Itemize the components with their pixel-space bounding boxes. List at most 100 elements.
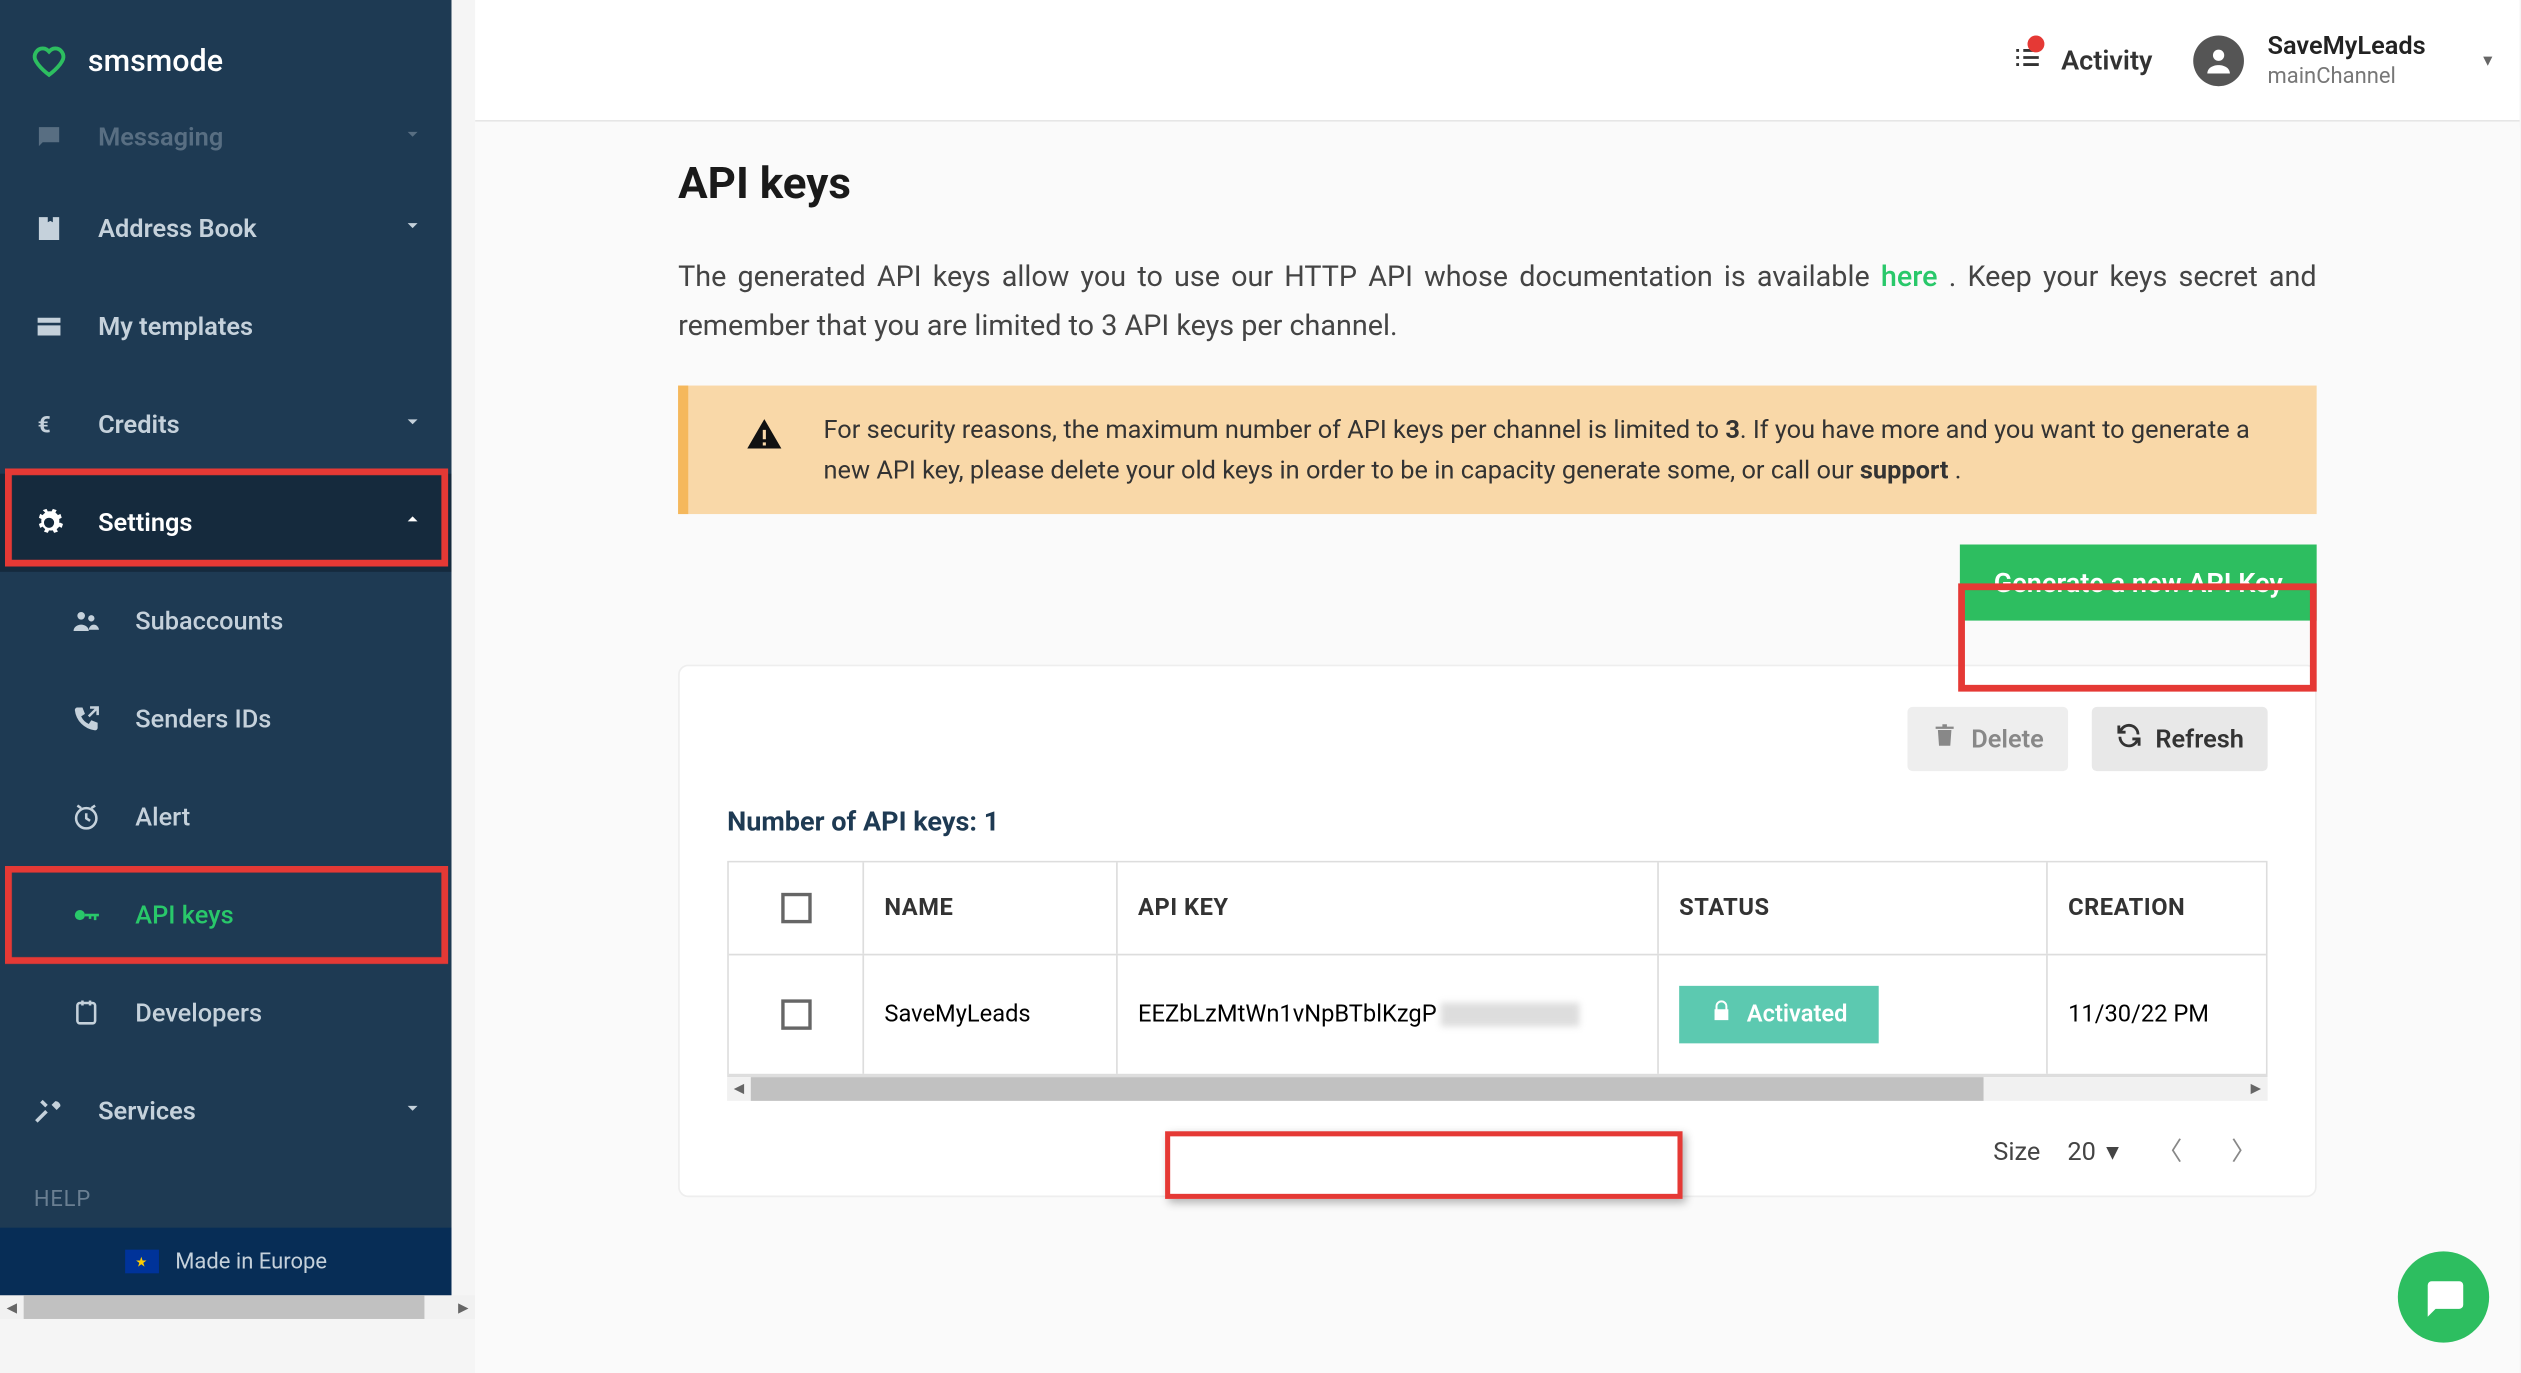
chevron-down-icon <box>401 213 425 243</box>
scroll-right-arrow-icon[interactable]: ▶ <box>451 1295 475 1319</box>
activity-label: Activity <box>2061 44 2152 76</box>
sidebar-label-services: Services <box>98 1096 196 1126</box>
sidebar-label-credits: Credits <box>98 409 180 439</box>
column-name[interactable]: NAME <box>864 862 1118 953</box>
svg-text:€: € <box>38 411 51 438</box>
warning-text-span: . <box>1948 455 1961 485</box>
chat-icon <box>34 122 64 152</box>
scroll-left-arrow-icon[interactable]: ◀ <box>0 1295 24 1319</box>
row-api-key[interactable]: EEZbLzMtWn1vNpBTblKzgP <box>1118 955 1659 1073</box>
api-key-count: Number of API keys: 1 <box>680 805 2315 837</box>
content: API keys The generated API keys allow yo… <box>475 122 2519 1373</box>
select-all-checkbox[interactable] <box>780 892 810 922</box>
api-keys-table: NAME API KEY STATUS CREATION SaveMyLeads… <box>727 860 2268 1076</box>
people-icon <box>71 605 101 635</box>
phone-out-icon <box>71 703 101 733</box>
sidebar-item-messaging[interactable]: Messaging <box>0 122 451 179</box>
brand-text: smsmode <box>88 43 223 79</box>
warning-text: For security reasons, the maximum number… <box>824 409 2260 490</box>
clock-icon <box>71 802 101 832</box>
api-keys-card: Delete Refresh Number of API keys: 1 NAM… <box>678 664 2317 1197</box>
sidebar-scroll[interactable]: Messaging Address Book My templates € Cr… <box>0 122 451 1228</box>
refresh-label: Refresh <box>2155 723 2244 753</box>
row-creation: 11/30/22 PM <box>2048 955 2268 1073</box>
chevron-down-icon <box>401 1096 425 1126</box>
next-page-button[interactable]: 〉 <box>2220 1128 2267 1175</box>
column-api-key[interactable]: API KEY <box>1118 862 1659 953</box>
warning-support: support <box>1860 455 1949 485</box>
table-header: NAME API KEY STATUS CREATION <box>729 862 2266 955</box>
template-icon <box>34 311 64 341</box>
sidebar-item-help[interactable]: HELP <box>0 1160 451 1228</box>
page-size-value: 20 <box>2067 1136 2096 1166</box>
api-key-value: EEZbLzMtWn1vNpBTblKzgP <box>1138 1001 1437 1028</box>
refresh-button[interactable]: Refresh <box>2091 706 2267 770</box>
api-key-redacted <box>1440 1002 1579 1026</box>
euro-icon: € <box>34 409 64 439</box>
row-name: SaveMyLeads <box>864 955 1118 1073</box>
sidebar-item-alert[interactable]: Alert <box>0 768 451 866</box>
scrollbar-thumb[interactable] <box>24 1295 425 1319</box>
chevron-down-icon <box>401 409 425 439</box>
gear-icon <box>34 507 64 537</box>
user-channel: mainChannel <box>2267 64 2425 89</box>
lock-icon <box>1710 999 1734 1029</box>
sidebar-scrollbar-horizontal[interactable]: ◀ ▶ <box>0 1295 475 1319</box>
page-title: API keys <box>678 159 2317 210</box>
sidebar-item-address-book[interactable]: Address Book <box>0 179 451 277</box>
key-icon <box>71 900 101 930</box>
sidebar-item-senders-ids[interactable]: Senders IDs <box>0 670 451 768</box>
page-description: The generated API keys allow you to use … <box>678 254 2317 352</box>
sidebar-label-address-book: Address Book <box>98 213 257 243</box>
chevron-down-icon: ▾ <box>2483 49 2492 71</box>
sidebar-label-messaging: Messaging <box>98 122 223 152</box>
column-status[interactable]: STATUS <box>1659 862 2048 953</box>
delete-label: Delete <box>1971 723 2044 753</box>
generate-api-key-button[interactable]: Generate a new API Key <box>1960 544 2317 620</box>
brand-logo-icon <box>30 42 67 79</box>
avatar-icon <box>2193 35 2244 86</box>
developers-icon <box>71 998 101 1028</box>
column-creation[interactable]: CREATION <box>2048 862 2268 953</box>
chevron-down-icon: ▾ <box>2106 1136 2119 1166</box>
sidebar-label-api-keys: API keys <box>135 900 233 930</box>
book-icon <box>34 213 64 243</box>
sidebar-label-developers: Developers <box>135 998 262 1028</box>
refresh-icon <box>2115 722 2142 756</box>
chat-widget-button[interactable] <box>2398 1251 2489 1342</box>
header: Activity SaveMyLeads mainChannel ▾ <box>475 0 2519 122</box>
page-size-label: Size <box>1993 1136 2040 1166</box>
delete-button[interactable]: Delete <box>1907 706 2068 770</box>
sidebar-item-api-keys[interactable]: API keys <box>0 866 451 964</box>
sidebar-label-alert: Alert <box>135 802 190 832</box>
table-scroll-wrap[interactable]: NAME API KEY STATUS CREATION SaveMyLeads… <box>727 860 2268 1076</box>
row-checkbox[interactable] <box>780 999 810 1029</box>
warning-banner: For security reasons, the maximum number… <box>678 385 2317 514</box>
chevron-up-icon <box>401 507 425 537</box>
sidebar-label-subaccounts: Subaccounts <box>135 605 283 635</box>
sidebar-item-developers[interactable]: Developers <box>0 964 451 1062</box>
sidebar-item-my-templates[interactable]: My templates <box>0 277 451 375</box>
sidebar-item-credits[interactable]: € Credits <box>0 375 451 473</box>
table-horizontal-scrollbar[interactable]: ◀ ▶ <box>727 1077 2268 1101</box>
user-menu[interactable]: SaveMyLeads mainChannel ▾ <box>2193 30 2506 89</box>
activity-link[interactable]: Activity <box>2010 40 2152 81</box>
made-in-europe: ★ Made in Europe <box>0 1228 451 1296</box>
pager: Size 20 ▾ 〈 〉 <box>680 1117 2315 1195</box>
sidebar-item-services[interactable]: Services <box>0 1062 451 1160</box>
notification-dot-icon <box>2027 35 2044 52</box>
status-badge: Activated <box>1679 985 1878 1042</box>
sidebar-item-subaccounts[interactable]: Subaccounts <box>0 572 451 670</box>
scroll-right-arrow-icon[interactable]: ▶ <box>2244 1077 2268 1101</box>
sidebar-label-settings: Settings <box>98 507 192 537</box>
documentation-link[interactable]: here <box>1881 260 1938 294</box>
scroll-left-arrow-icon[interactable]: ◀ <box>727 1077 751 1101</box>
status-label: Activated <box>1747 1001 1848 1028</box>
brand[interactable]: smsmode <box>0 0 451 122</box>
chevron-down-icon <box>401 122 425 152</box>
prev-page-button[interactable]: 〈 <box>2146 1128 2193 1175</box>
sidebar-item-settings[interactable]: Settings <box>0 473 451 571</box>
scrollbar-thumb[interactable] <box>751 1077 1983 1101</box>
page-size-select[interactable]: 20 ▾ <box>2067 1136 2118 1166</box>
warning-text-span: For security reasons, the maximum number… <box>824 414 1726 444</box>
